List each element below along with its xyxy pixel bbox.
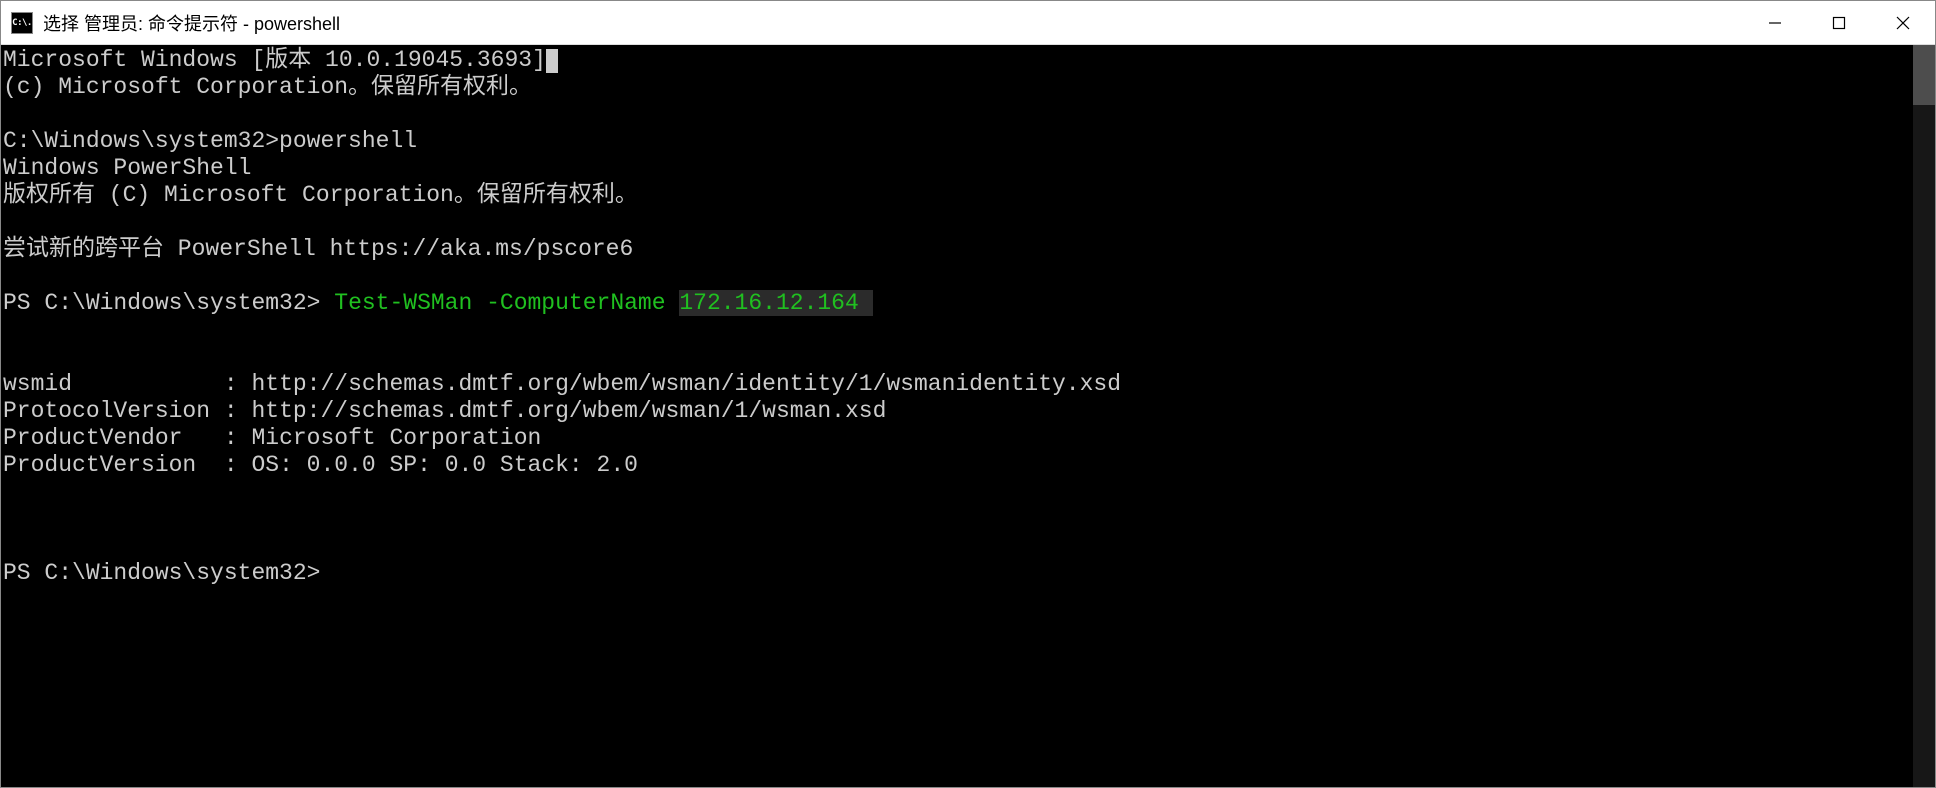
close-icon: [1896, 16, 1910, 30]
minimize-button[interactable]: [1743, 1, 1807, 44]
terminal-wrap: Microsoft Windows [版本 10.0.19045.3693](c…: [1, 45, 1935, 787]
output-key: ProtocolVersion: [3, 398, 210, 424]
selection-trail: [859, 290, 873, 316]
scrollbar-thumb[interactable]: [1913, 45, 1935, 105]
scrollbar[interactable]: [1913, 45, 1935, 787]
terminal-line: 尝试新的跨平台 PowerShell https://aka.ms/pscore…: [3, 236, 1913, 263]
output-value: http://schemas.dmtf.org/wbem/wsman/ident…: [251, 371, 1121, 397]
terminal-text: PS C:\Windows\system32>: [3, 560, 320, 586]
output-sep: :: [210, 425, 251, 451]
window-controls: [1743, 1, 1935, 44]
ps-parameter: -ComputerName: [472, 290, 679, 316]
terminal-line: Microsoft Windows [版本 10.0.19045.3693]: [3, 47, 1913, 74]
terminal-line: PS C:\Windows\system32> Test-WSMan -Comp…: [3, 290, 1913, 317]
cmd-icon: C:\.: [11, 12, 33, 34]
ps-cmdlet: Test-WSMan: [334, 290, 472, 316]
terminal-text: 尝试新的跨平台 PowerShell https://aka.ms/pscore…: [3, 236, 633, 262]
titlebar[interactable]: C:\. 选择 管理员: 命令提示符 - powershell: [1, 1, 1935, 45]
terminal-line: [3, 479, 1913, 506]
output-sep: :: [210, 371, 251, 397]
terminal-line: [3, 209, 1913, 236]
terminal-line: [3, 506, 1913, 533]
ps-prompt: PS C:\Windows\system32>: [3, 290, 334, 316]
terminal-line: [3, 317, 1913, 344]
terminal-text: Windows PowerShell: [3, 155, 251, 181]
output-key: ProductVendor: [3, 425, 210, 451]
terminal-line: (c) Microsoft Corporation。保留所有权利。: [3, 74, 1913, 101]
cursor-icon: [546, 49, 558, 73]
terminal-line: [3, 263, 1913, 290]
terminal-line: ProductVendor : Microsoft Corporation: [3, 425, 1913, 452]
terminal-line: [3, 533, 1913, 560]
terminal-text: C:\Windows\system32>powershell: [3, 128, 417, 154]
minimize-icon: [1768, 16, 1782, 30]
output-sep: :: [210, 452, 251, 478]
terminal-line: [3, 101, 1913, 128]
terminal-line: PS C:\Windows\system32>: [3, 560, 1913, 587]
maximize-icon: [1832, 16, 1846, 30]
terminal-line: ProductVersion : OS: 0.0.0 SP: 0.0 Stack…: [3, 452, 1913, 479]
terminal-line: [3, 344, 1913, 371]
terminal-text: 版权所有 (C) Microsoft Corporation。保留所有权利。: [3, 182, 638, 208]
terminal-text: Microsoft Windows [版本 10.0.19045.3693]: [3, 47, 546, 73]
terminal[interactable]: Microsoft Windows [版本 10.0.19045.3693](c…: [1, 45, 1913, 787]
terminal-line: 版权所有 (C) Microsoft Corporation。保留所有权利。: [3, 182, 1913, 209]
close-button[interactable]: [1871, 1, 1935, 44]
output-value: Microsoft Corporation: [251, 425, 541, 451]
ps-argument: 172.16.12.164: [679, 290, 858, 316]
terminal-text: (c) Microsoft Corporation。保留所有权利。: [3, 74, 532, 100]
maximize-button[interactable]: [1807, 1, 1871, 44]
output-key: ProductVersion: [3, 452, 210, 478]
terminal-line: C:\Windows\system32>powershell: [3, 128, 1913, 155]
app-window: C:\. 选择 管理员: 命令提示符 - powershell Microsof…: [0, 0, 1936, 788]
terminal-line: ProtocolVersion : http://schemas.dmtf.or…: [3, 398, 1913, 425]
terminal-line: Windows PowerShell: [3, 155, 1913, 182]
output-value: http://schemas.dmtf.org/wbem/wsman/1/wsm…: [251, 398, 886, 424]
output-sep: :: [210, 398, 251, 424]
terminal-line: wsmid : http://schemas.dmtf.org/wbem/wsm…: [3, 371, 1913, 398]
cmd-icon-label: C:\.: [12, 18, 32, 28]
output-key: wsmid: [3, 371, 210, 397]
output-value: OS: 0.0.0 SP: 0.0 Stack: 2.0: [251, 452, 637, 478]
window-title: 选择 管理员: 命令提示符 - powershell: [43, 10, 1743, 36]
